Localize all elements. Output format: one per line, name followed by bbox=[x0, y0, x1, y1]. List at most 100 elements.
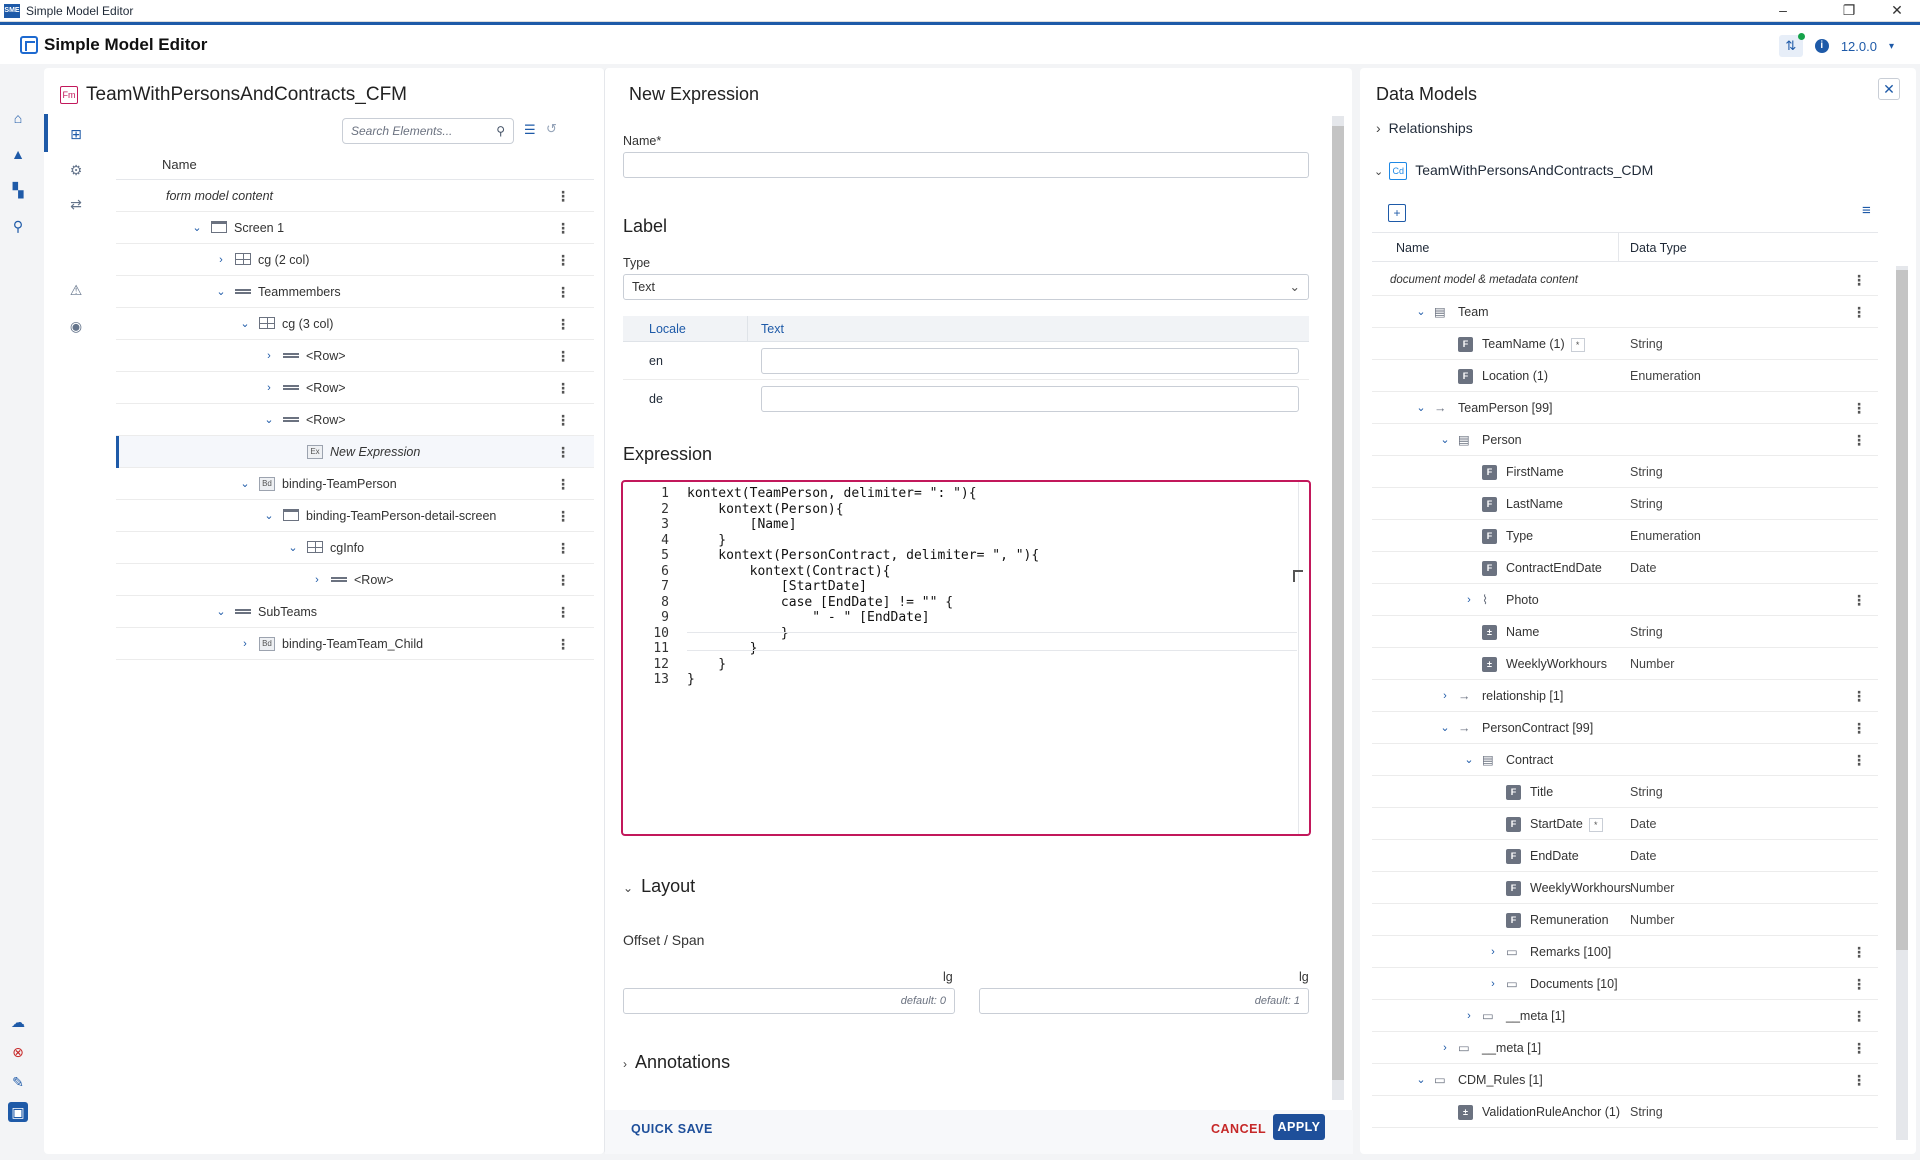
expression-code-editor[interactable]: 1 kontext(TeamPerson, delimiter= ": "){2 … bbox=[621, 480, 1311, 836]
tree-row[interactable]: ⌄ cgInfo ⋮ bbox=[116, 532, 594, 564]
more-options-icon[interactable]: ⋮ bbox=[556, 628, 570, 660]
data-model-row[interactable]: ± ValidationRuleAnchor (1) String bbox=[1372, 1096, 1878, 1128]
more-options-icon[interactable]: ⋮ bbox=[1852, 424, 1866, 456]
quick-save-button[interactable]: QUICK SAVE bbox=[631, 1122, 713, 1136]
more-options-icon[interactable]: ⋮ bbox=[1852, 1000, 1866, 1032]
add-model-icon[interactable]: + bbox=[1388, 204, 1406, 222]
relationships-item[interactable]: › Relationships bbox=[1376, 120, 1473, 136]
span-input[interactable]: default: 1 bbox=[979, 988, 1309, 1014]
swap-tab-icon[interactable]: ⇄ bbox=[64, 192, 88, 216]
layout-heading[interactable]: ⌄ Layout bbox=[623, 876, 695, 897]
tree-row[interactable]: › <Row> ⋮ bbox=[116, 372, 594, 404]
save-icon[interactable]: ▣ bbox=[8, 1102, 28, 1122]
chevron-down-icon[interactable]: ⌄ bbox=[238, 308, 252, 340]
data-model-row[interactable]: › ▭ __meta [1] ⋮ bbox=[1372, 1032, 1878, 1064]
rules-tab-icon[interactable]: ⚠ bbox=[64, 278, 88, 302]
offset-input[interactable]: default: 0 bbox=[623, 988, 955, 1014]
home-icon[interactable]: ⌂ bbox=[8, 108, 28, 128]
more-options-icon[interactable]: ⋮ bbox=[1852, 264, 1866, 296]
chevron-right-icon[interactable]: › bbox=[262, 372, 276, 404]
chevron-down-icon[interactable]: ⌄ bbox=[1414, 296, 1428, 328]
expression-scrollbar[interactable] bbox=[1332, 116, 1344, 1100]
tree-row[interactable]: › <Row> ⋮ bbox=[116, 564, 594, 596]
data-model-row[interactable]: ⌄ ▤ Person ⋮ bbox=[1372, 424, 1878, 456]
tree-view-tab-icon[interactable]: ⊞ bbox=[64, 122, 88, 146]
more-options-icon[interactable]: ⋮ bbox=[1852, 936, 1866, 968]
data-model-row[interactable]: F StartDate * Date bbox=[1372, 808, 1878, 840]
discard-icon[interactable]: ⊗ bbox=[8, 1042, 28, 1062]
chevron-down-icon[interactable]: ▾ bbox=[1889, 41, 1894, 52]
more-options-icon[interactable]: ⋮ bbox=[1852, 680, 1866, 712]
chevron-down-icon[interactable]: ⌄ bbox=[262, 404, 276, 436]
data-model-row[interactable]: ⌄ → TeamPerson [99] ⋮ bbox=[1372, 392, 1878, 424]
data-model-row[interactable]: › ▭ Remarks [100] ⋮ bbox=[1372, 936, 1878, 968]
tree-row[interactable]: ⌄ cg (3 col) ⋮ bbox=[116, 308, 594, 340]
data-model-row[interactable]: ⌄ ▤ Team ⋮ bbox=[1372, 296, 1878, 328]
data-model-row[interactable]: F ContractEndDate Date bbox=[1372, 552, 1878, 584]
more-options-icon[interactable]: ⋮ bbox=[1852, 584, 1866, 616]
name-input[interactable] bbox=[623, 152, 1309, 178]
chevron-right-icon[interactable]: › bbox=[214, 244, 228, 276]
data-model-row[interactable]: › ⌇ Photo ⋮ bbox=[1372, 584, 1878, 616]
more-options-icon[interactable]: ⋮ bbox=[1852, 392, 1866, 424]
reset-icon[interactable]: ↺ bbox=[546, 121, 557, 137]
tree-row[interactable]: › <Row> ⋮ bbox=[116, 340, 594, 372]
data-model-row[interactable]: ± Name String bbox=[1372, 616, 1878, 648]
hierarchy-icon[interactable]: ▚ bbox=[8, 180, 28, 200]
tree-row[interactable]: ⌄ <Row> ⋮ bbox=[116, 404, 594, 436]
tree-row[interactable]: ⌄ binding-TeamPerson-detail-screen ⋮ bbox=[116, 500, 594, 532]
version-label[interactable]: 12.0.0 bbox=[1841, 39, 1877, 54]
chevron-down-icon[interactable]: ⌄ bbox=[214, 596, 228, 628]
save-as-icon[interactable]: ✎ bbox=[8, 1072, 28, 1092]
apply-button[interactable]: APPLY bbox=[1273, 1114, 1325, 1140]
label-text-de-input[interactable] bbox=[761, 386, 1299, 412]
chevron-down-icon[interactable]: ⌄ bbox=[238, 468, 252, 500]
data-model-row[interactable]: F WeeklyWorkhours Number bbox=[1372, 872, 1878, 904]
chevron-right-icon[interactable]: › bbox=[238, 628, 252, 660]
data-model-row[interactable]: F Location (1) Enumeration bbox=[1372, 360, 1878, 392]
menu-icon[interactable]: ≡ bbox=[1862, 202, 1871, 219]
more-options-icon[interactable]: ⋮ bbox=[556, 180, 570, 212]
more-options-icon[interactable]: ⋮ bbox=[556, 308, 570, 340]
expression-scrollbar-thumb[interactable] bbox=[1332, 126, 1344, 1080]
chevron-down-icon[interactable]: ⌄ bbox=[1438, 712, 1452, 744]
search-icon[interactable]: ⚲ bbox=[8, 216, 28, 236]
chevron-down-icon[interactable]: ⌄ bbox=[1414, 1064, 1428, 1096]
close-window-button[interactable]: ✕ bbox=[1874, 0, 1920, 22]
more-options-icon[interactable]: ⋮ bbox=[556, 596, 570, 628]
sync-status-icon[interactable]: ⇅ bbox=[1778, 33, 1805, 57]
tree-row[interactable]: ⌄ SubTeams ⋮ bbox=[116, 596, 594, 628]
more-options-icon[interactable]: ⋮ bbox=[556, 500, 570, 532]
more-options-icon[interactable]: ⋮ bbox=[556, 372, 570, 404]
chevron-right-icon[interactable]: › bbox=[310, 564, 324, 596]
data-model-row[interactable]: › ▭ __meta [1] ⋮ bbox=[1372, 1000, 1878, 1032]
data-model-scrollbar-thumb[interactable] bbox=[1896, 270, 1908, 950]
data-model-row[interactable]: F Remuneration Number bbox=[1372, 904, 1878, 936]
type-select[interactable]: Text ⌄ bbox=[623, 274, 1309, 300]
data-model-row[interactable]: F LastName String bbox=[1372, 488, 1878, 520]
chevron-right-icon[interactable]: › bbox=[1438, 680, 1452, 712]
filter-icon[interactable]: ☰ bbox=[524, 122, 536, 138]
annotations-heading[interactable]: › Annotations bbox=[623, 1052, 730, 1073]
data-model-row[interactable]: F Type Enumeration bbox=[1372, 520, 1878, 552]
chevron-down-icon[interactable]: ⌄ bbox=[286, 532, 300, 564]
more-options-icon[interactable]: ⋮ bbox=[556, 276, 570, 308]
chevron-right-icon[interactable]: › bbox=[1462, 1000, 1476, 1032]
more-options-icon[interactable]: ⋮ bbox=[556, 212, 570, 244]
chevron-right-icon[interactable]: › bbox=[1462, 584, 1476, 616]
tree-row[interactable]: › cg (2 col) ⋮ bbox=[116, 244, 594, 276]
more-options-icon[interactable]: ⋮ bbox=[1852, 744, 1866, 776]
data-model-row[interactable]: ± WeeklyWorkhours Number bbox=[1372, 648, 1878, 680]
tree-row[interactable]: ⌄ Teammembers ⋮ bbox=[116, 276, 594, 308]
data-model-row[interactable]: F TeamName (1) * String bbox=[1372, 328, 1878, 360]
more-options-icon[interactable]: ⋮ bbox=[1852, 1064, 1866, 1096]
tree-row[interactable]: Ex New Expression ⋮ bbox=[116, 436, 594, 468]
data-model-row[interactable]: F EndDate Date bbox=[1372, 840, 1878, 872]
close-panel-button[interactable]: ✕ bbox=[1878, 78, 1900, 100]
settings-tab-icon[interactable]: ⚙ bbox=[64, 158, 88, 182]
search-elements-input[interactable]: Search Elements... ⚲ bbox=[342, 118, 514, 144]
more-options-icon[interactable]: ⋮ bbox=[556, 564, 570, 596]
chevron-right-icon[interactable]: › bbox=[262, 340, 276, 372]
data-model-row[interactable]: F Title String bbox=[1372, 776, 1878, 808]
more-options-icon[interactable]: ⋮ bbox=[1852, 968, 1866, 1000]
